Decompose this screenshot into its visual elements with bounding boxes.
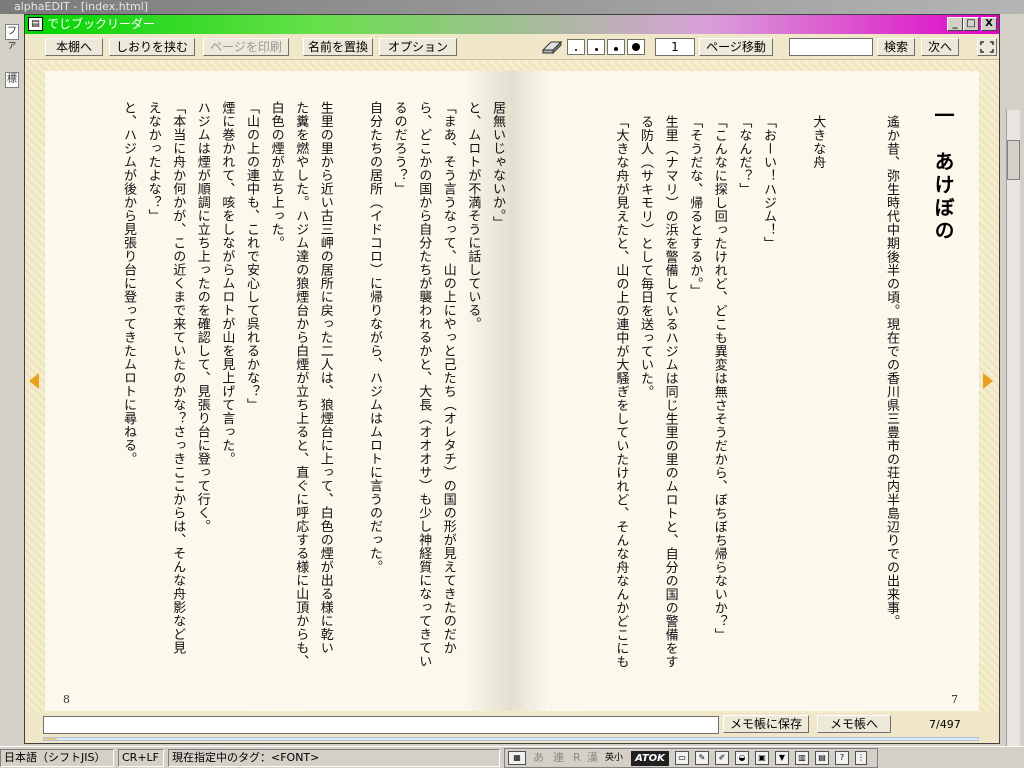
next-page-arrow-icon[interactable]: [983, 373, 993, 389]
ime-tools-icon[interactable]: ▤: [815, 751, 829, 765]
background-menu-mark[interactable]: ファ: [5, 24, 19, 51]
window-titlebar[interactable]: ▤ でじブックリーダー _ □ X: [25, 15, 999, 34]
save-memo-button[interactable]: メモ帳に保存: [723, 715, 809, 733]
close-button[interactable]: X: [981, 17, 997, 31]
text-line: 「山の上の連中も、これで安心して呉れるかな？」: [244, 101, 259, 412]
eraser-icon[interactable]: [541, 40, 563, 55]
window-title: でじブックリーダー: [47, 17, 156, 31]
dot-small-icon: [594, 48, 598, 51]
text-line: えなかったよな？」: [145, 101, 161, 223]
text-line: る防人（サキモリ）として毎日を送っていた。: [638, 115, 653, 399]
text-line: 自分たちの居所（イドコロ）に帰りながら、ハジムはムロトに言うのだった。: [367, 101, 382, 574]
fullscreen-icon[interactable]: [977, 38, 997, 56]
app-icon[interactable]: ▤: [28, 17, 43, 31]
text-line: ハジムは煙が順調に立ち上ったのを確認して、見張り台に登って行く。: [194, 101, 210, 533]
previous-page-arrow-icon[interactable]: [29, 373, 39, 389]
text-line: 遙か昔、弥生時代中期後半の頃。現在での香川県三豊市の荘内半島辺りでの出来事。: [884, 115, 899, 628]
ime-download-icon[interactable]: ▼: [775, 751, 789, 765]
line-ending-status[interactable]: CR+LF: [118, 749, 164, 767]
book-spread: 居無いじゃないか。」 と、ムロトが不満そうに話している。 「まあ、そう言うなって、山…: [25, 61, 999, 713]
text-line: 「まあ、そう言うなって、山の上にやっと己たち（オレタチ）の国の形が見えてきたのだ…: [440, 101, 456, 655]
text-line: 「こんなに探し回ったけれど、どこも異変は無さそうだから、ぼちぼち帰らないか？」: [711, 115, 727, 642]
reading-progress-fill: [44, 738, 58, 740]
text-line: るのだろう？」: [391, 101, 407, 196]
ime-grip-icon[interactable]: ▦: [508, 751, 526, 765]
ime-english-small-key[interactable]: 英小: [605, 750, 623, 766]
replace-name-button[interactable]: 名前を置換: [303, 38, 373, 56]
chapter-title: 一 あけぼの: [931, 105, 955, 243]
ime-toolbar: ▦ あ 連 R 漢 英小 ATOK ▭ ✎ ✐ ◒ ▣ ▼ ▥ ▤ ? ⋮: [504, 748, 878, 768]
ime-pen-icon[interactable]: ✎: [695, 751, 709, 765]
encoding-status[interactable]: 日本語（シフトJIS）: [0, 749, 114, 767]
dot-size-2-button[interactable]: [587, 39, 605, 55]
dot-large-icon: [632, 43, 640, 51]
text-line: た糞を燃やした。ハジム達の狼煙台から白煙が立ち上ると、直ぐに呼応する様に山頂から…: [293, 101, 309, 668]
minimize-button[interactable]: _: [947, 17, 963, 31]
bookmark-button[interactable]: しおりを挟む: [109, 38, 195, 56]
page-number-input[interactable]: 1: [655, 38, 695, 56]
text-line: 「なんだ？」: [736, 115, 752, 196]
left-page[interactable]: 居無いじゃないか。」 と、ムロトが不満そうに話している。 「まあ、そう言うなって、山…: [45, 71, 511, 711]
background-editor-titlebar: alphaEDIT - [index.html]: [0, 0, 1024, 14]
current-tag-status: 現在指定中のタグ：<FONT>: [168, 749, 500, 767]
text-line: ら、どこかの国から自分たちが襲われるかと、大長（オオオサ）も少し神経質になってき…: [416, 101, 432, 668]
ime-romaji-key[interactable]: R: [573, 750, 581, 766]
dot-medium-icon: [614, 47, 618, 51]
book-reader-window: ▤ でじブックリーダー _ □ X 本棚へ しおりを挟む ページを印刷 名前を置…: [24, 14, 1000, 744]
ime-menu-icon[interactable]: ⋮: [855, 751, 867, 765]
dot-size-3-button[interactable]: [607, 39, 625, 55]
reading-progress-bar: [43, 737, 979, 741]
background-scrollbar-thumb[interactable]: [1007, 140, 1020, 180]
search-button[interactable]: 検索: [877, 38, 915, 56]
editor-statusbar: 日本語（シフトJIS） CR+LF 現在指定中のタグ：<FONT> ▦ あ 連 …: [0, 746, 1024, 768]
background-editor-right-panel: [1000, 14, 1024, 750]
right-page-number: 7: [951, 693, 958, 706]
text-line: 「大きな舟が見えたと、山の上の連中が大騒ぎをしていたけれど、そんな舟なんかどこに…: [613, 115, 629, 669]
search-input[interactable]: [789, 38, 873, 56]
ime-kanji-key[interactable]: 漢: [587, 750, 598, 766]
print-page-button[interactable]: ページを印刷: [203, 38, 289, 56]
bookshelf-button[interactable]: 本棚へ: [45, 38, 103, 56]
memo-bar: メモ帳に保存 メモ帳へ 7/497: [25, 713, 999, 743]
atok-logo[interactable]: ATOK: [631, 751, 669, 766]
left-page-number: 8: [63, 693, 70, 706]
text-line: 生里（ナマリ）の浜を警備しているハジムは同じ生里の里のムロトと、自分の国の警備を…: [662, 115, 678, 669]
text-line: 「本当に舟か何かが、この近くまで来ていたのかな？さっきここからは、そんな舟影など…: [170, 101, 186, 655]
ime-window-icon[interactable]: ▣: [755, 751, 769, 765]
maximize-button[interactable]: □: [963, 17, 979, 31]
ime-dictionary-icon[interactable]: ▭: [675, 751, 689, 765]
ime-edit-icon[interactable]: ✐: [715, 751, 729, 765]
dot-size-1-button[interactable]: [567, 39, 585, 55]
ime-eraser-icon[interactable]: ◒: [735, 751, 749, 765]
text-line: 居無いじゃないか。」: [490, 101, 505, 230]
text-line: 「そうだな、帰るとするか。」: [687, 115, 703, 298]
background-editor-left-panel: ファ 標: [0, 14, 24, 744]
next-button[interactable]: 次へ: [921, 38, 959, 56]
dot-size-4-button[interactable]: [627, 39, 645, 55]
right-page[interactable]: 一 あけぼの 遙か昔、弥生時代中期後半の頃。現在での香川県三豊市の荘内半島辺りで…: [511, 71, 979, 711]
open-memo-button[interactable]: メモ帳へ: [817, 715, 891, 733]
background-scrollbar[interactable]: [1006, 110, 1020, 750]
ime-hiragana-key[interactable]: あ: [533, 750, 544, 766]
reader-toolbar: 本棚へ しおりを挟む ページを印刷 名前を置換 オプション 1 ページ移動 検索…: [25, 34, 999, 60]
text-line: 「おーい！ハジム！」: [761, 115, 776, 250]
ime-conversion-key[interactable]: 連: [553, 750, 564, 766]
options-button[interactable]: オプション: [379, 38, 457, 56]
ime-help-icon[interactable]: ?: [835, 751, 849, 765]
text-line: 白色の煙が立ち上った。: [268, 101, 284, 250]
text-line: 煙に巻かれて、咳をしながらムロトが山を見上げて言った。: [219, 101, 235, 466]
background-tab-mark[interactable]: 標: [5, 72, 19, 88]
memo-input[interactable]: [43, 716, 719, 734]
text-line: と、ムロトが不満そうに話している。: [465, 101, 481, 331]
text-line: 生里の里から近い古三岬の居所に戻った二人は、狼煙台に上って、白色の煙が出る様に乾…: [317, 101, 333, 655]
text-line: 大きな舟: [810, 115, 826, 169]
text-line: と、ハジムが後から見張り台に登ってきたムロトに尋ねる。: [121, 101, 136, 466]
ime-book-icon[interactable]: ▥: [795, 751, 809, 765]
dot-tiny-icon: [575, 49, 577, 51]
page-counter: 7/497: [929, 718, 961, 731]
page-move-button[interactable]: ページ移動: [699, 38, 773, 56]
